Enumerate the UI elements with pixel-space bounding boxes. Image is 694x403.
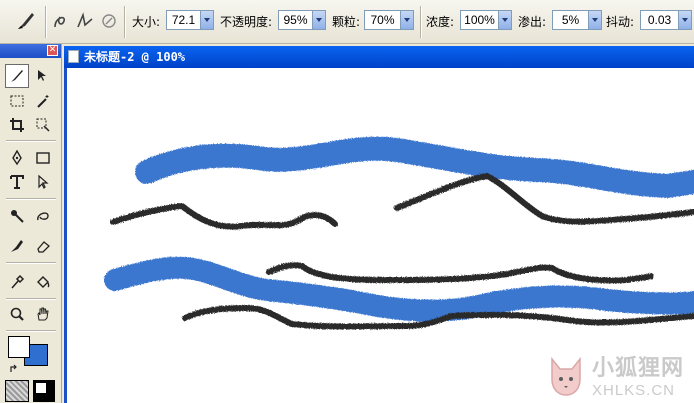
selection-arrow-tool-button[interactable] bbox=[31, 170, 55, 194]
brush-variant-icon-2[interactable] bbox=[74, 9, 96, 33]
blue-stroke-1 bbox=[135, 136, 694, 198]
eyedropper-tool-button[interactable] bbox=[5, 270, 29, 294]
marquee-tool-button[interactable] bbox=[5, 89, 29, 113]
watermark-line-1: 小狐狸网 bbox=[591, 356, 684, 381]
drawing-canvas[interactable]: 小狐狸网 XHLKS.CN bbox=[64, 68, 694, 403]
bleed-dropdown-arrow-icon[interactable] bbox=[588, 11, 601, 29]
mask-mode-swatch[interactable] bbox=[33, 380, 55, 402]
eraser-tool-button[interactable] bbox=[31, 234, 55, 258]
grain-field[interactable]: 70% bbox=[364, 10, 414, 30]
opacity-value: 95% bbox=[283, 13, 308, 27]
dark-stroke-3 bbox=[266, 262, 654, 284]
document-titlebar[interactable]: 未标题-2 @ 100% bbox=[64, 46, 694, 68]
tools-palette-close-icon[interactable]: ✕ bbox=[47, 45, 58, 56]
concentration-field[interactable]: 100% bbox=[460, 10, 512, 30]
document-title: 未标题-2 @ 100% bbox=[84, 50, 186, 64]
tools-palette-titlebar[interactable]: ✕ bbox=[0, 44, 61, 58]
smudge-tool-button[interactable] bbox=[5, 204, 29, 228]
concentration-label: 浓度: bbox=[426, 15, 455, 29]
zoom-tool-button[interactable] bbox=[5, 302, 29, 326]
lasso-tool-button[interactable] bbox=[31, 204, 55, 228]
hand-tool-button[interactable] bbox=[31, 302, 55, 326]
opacity-field[interactable]: 95% bbox=[278, 10, 326, 30]
grain-dropdown-arrow-icon[interactable] bbox=[400, 11, 413, 29]
crop-tool-button[interactable] bbox=[5, 113, 29, 137]
brush-eraser-tool-button[interactable] bbox=[5, 234, 29, 258]
watermark-line-2: XHLKS.CN bbox=[591, 382, 676, 399]
dark-stroke-1 bbox=[110, 203, 338, 230]
blue-stroke-2 bbox=[104, 256, 694, 322]
foreground-color-swatch[interactable] bbox=[8, 336, 30, 358]
grain-value: 70% bbox=[370, 13, 395, 27]
opacity-dropdown-arrow-icon[interactable] bbox=[312, 11, 325, 29]
jitter-field[interactable]: 0.03 bbox=[640, 10, 692, 30]
magic-wand-tool-button[interactable] bbox=[31, 89, 55, 113]
brush-variant-icon-1[interactable] bbox=[52, 9, 74, 33]
size-field[interactable]: 72.1 bbox=[166, 10, 214, 30]
document-window: 未标题-2 @ 100% 小狐狸网 XHLKS.CN bbox=[64, 46, 694, 403]
tools-palette: ✕ bbox=[0, 44, 62, 403]
size-dropdown-arrow-icon[interactable] bbox=[200, 11, 213, 29]
concentration-dropdown-arrow-icon[interactable] bbox=[498, 11, 511, 29]
jitter-value: 0.03 bbox=[647, 13, 672, 27]
airbrush-icon[interactable] bbox=[98, 9, 120, 33]
bleed-field[interactable]: 5% bbox=[552, 10, 602, 30]
brush-tool-button[interactable] bbox=[5, 64, 29, 88]
bleed-label: 渗出: bbox=[518, 15, 547, 29]
swap-colors-icon[interactable] bbox=[9, 362, 21, 374]
site-watermark: 小狐狸网 XHLKS.CN bbox=[546, 350, 684, 399]
opacity-label: 不透明度: bbox=[220, 15, 273, 29]
move-tool-button[interactable] bbox=[31, 64, 55, 88]
transform-tool-button[interactable] bbox=[31, 113, 55, 137]
concentration-value: 100% bbox=[464, 13, 495, 27]
fox-logo-icon bbox=[551, 356, 581, 396]
brush-tool-preset-icon[interactable] bbox=[14, 9, 38, 33]
texture-swatch[interactable] bbox=[5, 380, 29, 402]
rectangle-tool-button[interactable] bbox=[31, 146, 55, 170]
pen-tool-button[interactable] bbox=[5, 146, 29, 170]
options-bar: 大小: 72.1 不透明度: 95% 颗粒: 70% 浓度: 100% 渗出: … bbox=[0, 0, 694, 44]
grain-label: 颗粒: bbox=[332, 15, 361, 29]
bleed-value: 5% bbox=[561, 13, 580, 27]
jitter-label: 抖动: bbox=[606, 15, 635, 29]
text-tool-button[interactable] bbox=[5, 170, 29, 194]
document-icon bbox=[68, 50, 79, 63]
size-value: 72.1 bbox=[171, 13, 196, 27]
jitter-dropdown-arrow-icon[interactable] bbox=[678, 11, 691, 29]
size-label: 大小: bbox=[132, 15, 161, 29]
paint-bucket-tool-button[interactable] bbox=[31, 270, 55, 294]
